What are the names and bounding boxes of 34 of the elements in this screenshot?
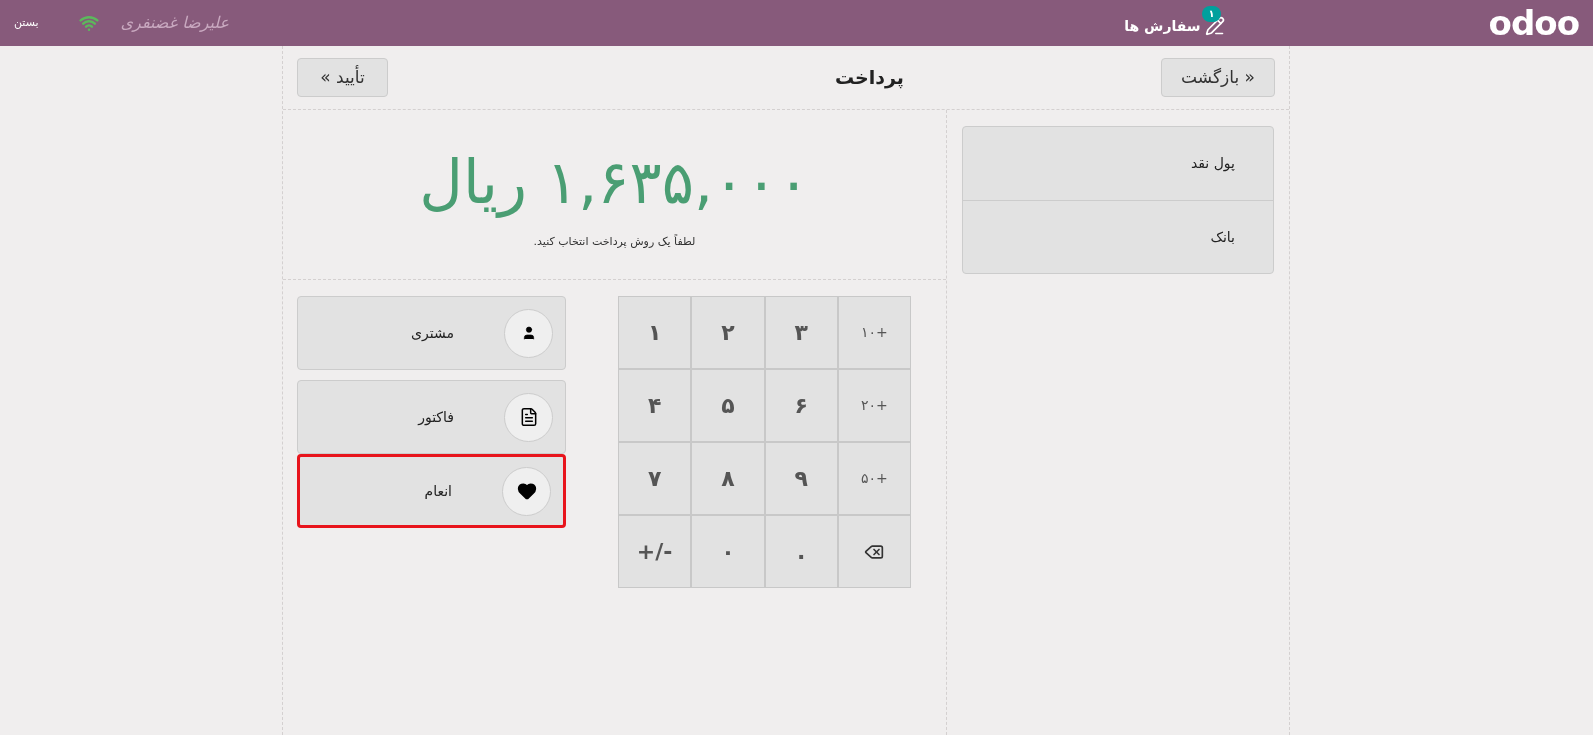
keypad-key[interactable]: ۸ bbox=[691, 442, 765, 515]
orders-button[interactable]: سفارش ها ۱ bbox=[1124, 5, 1239, 41]
payment-method[interactable]: پول نقد bbox=[963, 127, 1273, 200]
amount-due: ۱,۶۳۵,۰۰۰ ریال bbox=[419, 146, 810, 220]
keypad-key[interactable]: ۰ bbox=[691, 515, 765, 588]
hint-text: لطفاً یک روش پرداخت انتخاب کنید. bbox=[533, 234, 696, 250]
user-name: علیرضا غضنفری bbox=[120, 12, 230, 34]
logo: odoo bbox=[1488, 6, 1579, 40]
back-button[interactable]: « بازگشت bbox=[1161, 58, 1275, 97]
pencil-icon bbox=[1204, 16, 1225, 36]
keypad-key[interactable]: +۱۰ bbox=[837, 296, 911, 369]
keypad-key[interactable]: ۶ bbox=[764, 369, 838, 442]
screen-title: پرداخت bbox=[834, 65, 904, 91]
wifi-icon[interactable] bbox=[78, 13, 99, 33]
order-count-badge: ۱ bbox=[1202, 5, 1221, 22]
close-button[interactable]: بستن bbox=[14, 14, 39, 32]
keypad-key[interactable]: +۲۰ bbox=[837, 369, 911, 442]
keypad-key[interactable]: ۴ bbox=[618, 369, 692, 442]
heart-icon bbox=[516, 481, 537, 501]
backspace-key[interactable] bbox=[837, 515, 911, 588]
keypad-key[interactable]: ۵ bbox=[691, 369, 765, 442]
keypad-key[interactable]: ۱ bbox=[618, 296, 692, 369]
confirm-button[interactable]: تأیید » bbox=[297, 58, 388, 97]
keypad-key[interactable]: ۲ bbox=[691, 296, 765, 369]
action-button[interactable]: انعام bbox=[297, 454, 566, 528]
action-button[interactable]: مشتری bbox=[297, 296, 566, 370]
keypad-key[interactable]: +۵۰ bbox=[837, 442, 911, 515]
action-button[interactable]: فاکتور bbox=[297, 380, 566, 454]
keypad-key[interactable]: ۷ bbox=[618, 442, 692, 515]
keypad-key[interactable]: ۳ bbox=[764, 296, 838, 369]
keypad-key[interactable]: ۹ bbox=[764, 442, 838, 515]
keypad-key[interactable]: . bbox=[764, 515, 838, 588]
payment-method[interactable]: بانک bbox=[963, 200, 1273, 273]
keypad-key[interactable]: -/+ bbox=[618, 515, 692, 588]
